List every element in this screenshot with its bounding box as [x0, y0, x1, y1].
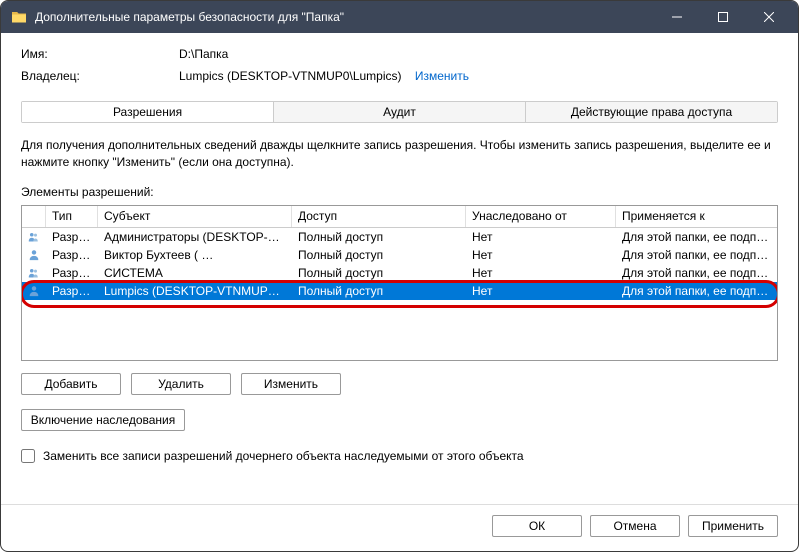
add-button[interactable]: Добавить [21, 373, 121, 395]
cell-access: Полный доступ [292, 230, 466, 244]
tab-effective-access[interactable]: Действующие права доступа [526, 102, 777, 122]
table-row[interactable]: Разр…Lumpics (DESKTOP-VTNMUP…Полный дост… [22, 282, 777, 300]
description-text: Для получения дополнительных сведений дв… [21, 137, 778, 171]
grid-header: Тип Субъект Доступ Унаследовано от Приме… [22, 206, 777, 228]
col-subject-header[interactable]: Субъект [98, 206, 292, 227]
cell-type: Разр… [46, 266, 98, 280]
close-button[interactable] [746, 1, 792, 33]
titlebar: Дополнительные параметры безопасности дл… [1, 1, 798, 33]
group-icon [22, 266, 46, 280]
change-owner-link[interactable]: Изменить [415, 69, 469, 83]
user-icon [22, 248, 46, 262]
owner-value: Lumpics (DESKTOP-VTNMUP0\Lumpics) Измени… [179, 69, 778, 83]
folder-icon [11, 9, 27, 25]
cell-inherited: Нет [466, 248, 616, 262]
cell-access: Полный доступ [292, 248, 466, 262]
owner-row: Владелец: Lumpics (DESKTOP-VTNMUP0\Lumpi… [21, 69, 778, 83]
minimize-button[interactable] [654, 1, 700, 33]
security-dialog: Дополнительные параметры безопасности дл… [0, 0, 799, 552]
ok-button[interactable]: ОК [492, 515, 582, 537]
cell-subject: Виктор Бухтеев ( … [98, 248, 292, 262]
remove-button[interactable]: Удалить [131, 373, 231, 395]
permissions-grid[interactable]: Тип Субъект Доступ Унаследовано от Приме… [21, 205, 778, 361]
cell-type: Разр… [46, 248, 98, 262]
cell-applies: Для этой папки, ее подпапок … [616, 230, 777, 244]
cell-applies: Для этой папки, ее подпапок … [616, 248, 777, 262]
permission-entries-label: Элементы разрешений: [21, 185, 778, 199]
content-area: Имя: D:\Папка Владелец: Lumpics (DESKTOP… [1, 33, 798, 504]
cell-inherited: Нет [466, 284, 616, 298]
grid-body: Разр…Администраторы (DESKTOP-…Полный дос… [22, 228, 777, 300]
row-buttons: Добавить Удалить Изменить [21, 373, 778, 395]
cell-inherited: Нет [466, 230, 616, 244]
apply-button[interactable]: Применить [688, 515, 778, 537]
name-label: Имя: [21, 47, 179, 61]
cell-applies: Для этой папки, ее подпапок … [616, 266, 777, 280]
cell-access: Полный доступ [292, 284, 466, 298]
table-row[interactable]: Разр…Виктор Бухтеев ( …Полный доступНетД… [22, 246, 777, 264]
cell-inherited: Нет [466, 266, 616, 280]
enable-inheritance-button[interactable]: Включение наследования [21, 409, 185, 431]
table-row[interactable]: Разр…Администраторы (DESKTOP-…Полный дос… [22, 228, 777, 246]
cell-type: Разр… [46, 230, 98, 244]
owner-text: Lumpics (DESKTOP-VTNMUP0\Lumpics) [179, 69, 402, 83]
name-row: Имя: D:\Папка [21, 47, 778, 61]
owner-label: Владелец: [21, 69, 179, 83]
tabs: Разрешения Аудит Действующие права досту… [21, 101, 778, 123]
replace-children-row: Заменить все записи разрешений дочернего… [21, 449, 778, 463]
maximize-button[interactable] [700, 1, 746, 33]
window-title: Дополнительные параметры безопасности дл… [35, 10, 654, 24]
table-row[interactable]: Разр…СИСТЕМАПолный доступНетДля этой пап… [22, 264, 777, 282]
cancel-button[interactable]: Отмена [590, 515, 680, 537]
tab-audit[interactable]: Аудит [274, 102, 526, 122]
replace-children-label: Заменить все записи разрешений дочернего… [43, 449, 524, 463]
edit-button[interactable]: Изменить [241, 373, 341, 395]
cell-applies: Для этой папки, ее подпапок … [616, 284, 777, 298]
col-icon-header[interactable] [22, 206, 46, 227]
replace-children-checkbox[interactable] [21, 449, 35, 463]
user-icon [22, 284, 46, 298]
tab-permissions[interactable]: Разрешения [22, 102, 274, 122]
col-type-header[interactable]: Тип [46, 206, 98, 227]
col-inherited-header[interactable]: Унаследовано от [466, 206, 616, 227]
cell-type: Разр… [46, 284, 98, 298]
name-value: D:\Папка [179, 47, 778, 61]
col-applies-header[interactable]: Применяется к [616, 206, 777, 227]
dialog-footer: ОК Отмена Применить [1, 504, 798, 551]
cell-access: Полный доступ [292, 266, 466, 280]
cell-subject: Lumpics (DESKTOP-VTNMUP… [98, 284, 292, 298]
cell-subject: Администраторы (DESKTOP-… [98, 230, 292, 244]
col-access-header[interactable]: Доступ [292, 206, 466, 227]
cell-subject: СИСТЕМА [98, 266, 292, 280]
group-icon [22, 230, 46, 244]
